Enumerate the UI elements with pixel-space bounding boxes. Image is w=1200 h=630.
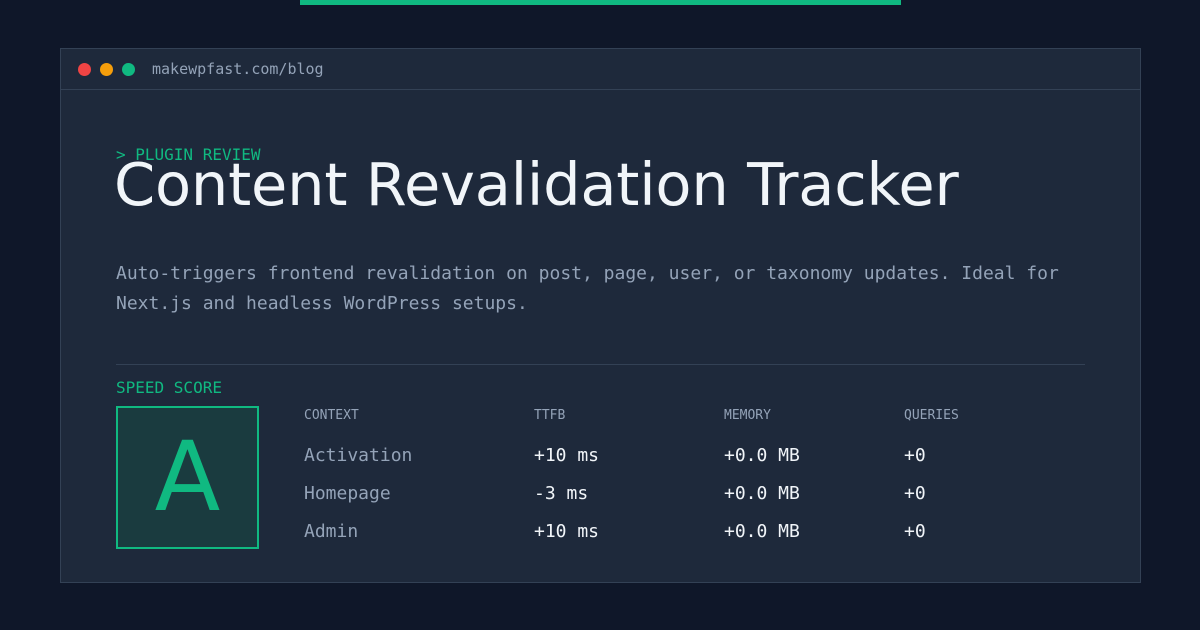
row-ttfb: +10 ms [534, 521, 600, 542]
row-ttfb: +10 ms [534, 445, 600, 466]
close-dot-icon [78, 63, 91, 76]
speed-score-label: SPEED SCORE [116, 378, 222, 397]
section-divider [116, 364, 1085, 365]
row-memory: +0.0 MB [724, 483, 800, 504]
window-titlebar: makewpfast.com/blog [61, 49, 1140, 90]
minimize-dot-icon [100, 63, 113, 76]
row-memory: +0.0 MB [724, 521, 800, 542]
column-header-context: CONTEXT [304, 408, 359, 423]
row-context: Activation [304, 445, 413, 466]
page-title: Content Revalidation Tracker [114, 150, 959, 219]
article-description: Auto-triggers frontend revalidation on p… [116, 263, 1059, 314]
row-queries: +0 [904, 483, 926, 504]
browser-window: makewpfast.com/blog > PLUGIN REVIEW Cont… [60, 48, 1141, 583]
row-queries: +0 [904, 445, 926, 466]
row-context: Admin [304, 521, 359, 542]
address-url: makewpfast.com/blog [152, 60, 324, 78]
row-memory: +0.0 MB [724, 445, 800, 466]
column-header-queries: QUERIES [904, 408, 959, 423]
speed-score-grade: A [154, 421, 221, 533]
row-context: Homepage [304, 483, 391, 504]
row-queries: +0 [904, 521, 926, 542]
column-header-ttfb: TTFB [534, 408, 566, 423]
speed-score-badge: A [116, 406, 259, 549]
maximize-dot-icon [122, 63, 135, 76]
top-accent-bar [300, 0, 901, 5]
row-ttfb: -3 ms [534, 483, 589, 504]
column-header-memory: MEMORY [724, 408, 771, 423]
